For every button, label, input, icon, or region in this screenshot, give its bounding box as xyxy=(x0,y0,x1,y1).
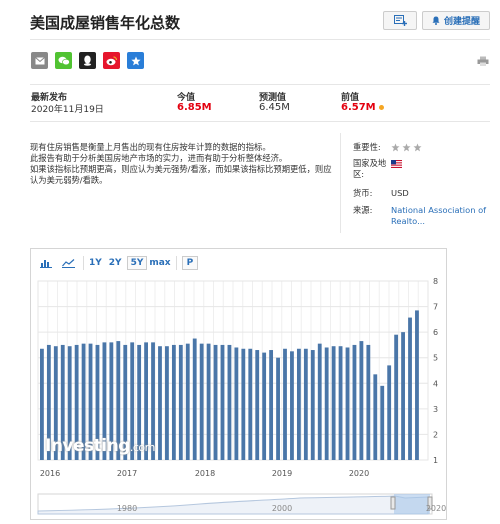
bar xyxy=(380,385,385,460)
watermark-brand: Investing xyxy=(45,436,130,456)
x-tick-label: 2016 xyxy=(40,469,60,478)
bar xyxy=(213,344,218,460)
bar xyxy=(394,334,399,460)
x-tick-label: 2019 xyxy=(272,469,292,478)
bar xyxy=(206,343,211,460)
x-tick-label: 2018 xyxy=(195,469,215,478)
bar xyxy=(324,347,329,460)
navigator-label: 1980 xyxy=(117,504,137,513)
bar xyxy=(366,344,371,460)
bar xyxy=(269,350,274,460)
y-tick-label: 4 xyxy=(433,379,438,388)
bar xyxy=(165,346,169,460)
bar xyxy=(373,374,378,460)
y-tick-label: 1 xyxy=(433,456,438,465)
bar xyxy=(192,338,197,460)
bar xyxy=(185,343,190,460)
y-tick-label: 2 xyxy=(433,430,438,439)
investing-watermark: Investing.com xyxy=(45,436,155,456)
bar xyxy=(199,343,204,460)
bar xyxy=(248,348,253,460)
bar xyxy=(387,365,392,460)
y-tick-label: 5 xyxy=(433,354,438,363)
navigator-label: 2020 xyxy=(426,504,446,513)
watermark-suffix: .com xyxy=(129,441,156,454)
bar xyxy=(352,344,357,460)
bar xyxy=(359,341,364,460)
bar xyxy=(40,348,44,460)
y-tick-label: 6 xyxy=(433,328,438,337)
bar xyxy=(241,348,246,460)
navigator-label: 2000 xyxy=(272,504,292,513)
bar xyxy=(178,344,183,460)
y-tick-label: 8 xyxy=(433,277,438,286)
x-tick-label: 2017 xyxy=(117,469,137,478)
bar xyxy=(331,346,336,460)
bar xyxy=(310,350,315,460)
bar xyxy=(303,348,308,460)
x-tick-label: 2020 xyxy=(349,469,369,478)
bar xyxy=(338,346,343,460)
bar xyxy=(408,317,412,460)
economic-event-page: 美国成屋销售年化总数 创建提醒 最新发布 2020年11月19日 今值 6.85… xyxy=(0,0,500,524)
bar xyxy=(227,344,232,460)
bar xyxy=(290,351,294,460)
y-tick-label: 7 xyxy=(433,303,438,312)
bar xyxy=(171,344,176,460)
bar xyxy=(345,347,350,460)
bar xyxy=(255,350,260,460)
y-tick-label: 3 xyxy=(433,405,438,414)
bar xyxy=(276,357,280,460)
bar xyxy=(283,348,287,460)
bar xyxy=(158,346,162,460)
bar xyxy=(317,343,322,460)
bar xyxy=(234,347,239,460)
bar xyxy=(220,344,225,460)
bar xyxy=(262,352,267,460)
navigator-left-handle xyxy=(390,496,396,510)
navigator-selection xyxy=(394,494,430,514)
bar xyxy=(401,332,405,460)
bar xyxy=(296,348,301,460)
bar xyxy=(415,310,419,460)
